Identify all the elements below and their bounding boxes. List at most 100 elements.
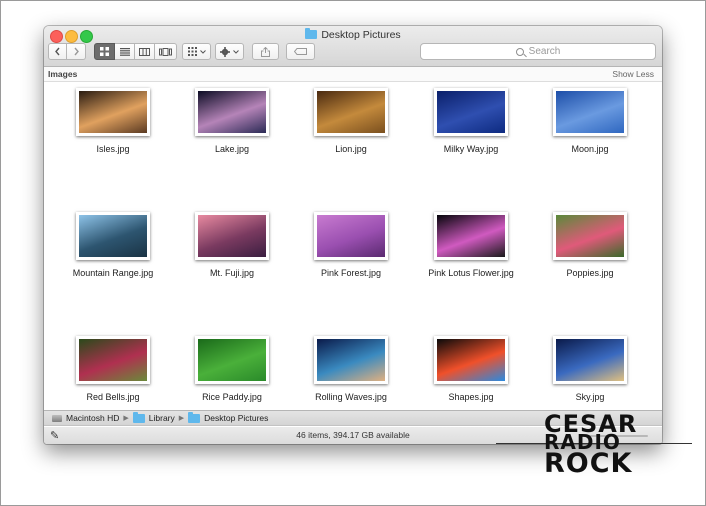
icon-view-button[interactable] <box>94 43 115 60</box>
file-name-label: Isles.jpg <box>96 144 130 154</box>
section-header: Images Show Less <box>44 67 662 82</box>
chevron-down-icon <box>199 49 206 54</box>
file-item[interactable]: Lake.jpg <box>177 88 287 154</box>
tags-button[interactable] <box>286 43 315 60</box>
chevron-right-icon <box>73 47 79 56</box>
search-placeholder: Search <box>528 46 561 57</box>
image-thumbnail <box>556 91 624 133</box>
window-title: Desktop Pictures <box>44 28 662 41</box>
thumbnail-frame <box>434 88 508 136</box>
image-thumbnail <box>198 215 266 257</box>
image-thumbnail <box>556 215 624 257</box>
file-name-label: Sky.jpg <box>575 392 605 402</box>
file-item[interactable]: Moon.jpg <box>535 88 645 154</box>
file-name-label: Milky Way.jpg <box>443 144 499 154</box>
file-name-label: Lake.jpg <box>214 144 250 154</box>
file-name-label: Mountain Range.jpg <box>72 268 154 278</box>
thumbnail-frame <box>434 336 508 384</box>
image-thumbnail <box>79 339 147 381</box>
list-icon <box>119 47 130 56</box>
cover-flow-icon <box>159 47 172 56</box>
grid-icon <box>100 47 109 56</box>
folder-icon <box>305 28 318 39</box>
image-thumbnail <box>437 339 505 381</box>
file-item[interactable]: Pink Lotus Flower.jpg <box>416 212 526 278</box>
view-mode-control <box>94 43 177 60</box>
file-item[interactable]: Mt. Fuji.jpg <box>177 212 287 278</box>
share-button[interactable] <box>252 43 279 60</box>
file-item[interactable]: Rice Paddy.jpg <box>177 336 287 402</box>
file-item[interactable]: Shapes.jpg <box>416 336 526 402</box>
thumbnail-frame <box>314 212 388 260</box>
action-button[interactable] <box>215 43 244 60</box>
file-item[interactable]: Milky Way.jpg <box>416 88 526 154</box>
thumbnail-frame <box>314 336 388 384</box>
file-name-label: Rice Paddy.jpg <box>202 392 262 402</box>
image-thumbnail <box>317 215 385 257</box>
thumbnail-frame <box>195 336 269 384</box>
path-segment-library[interactable]: Library <box>149 413 175 423</box>
search-field[interactable]: Search <box>420 43 656 60</box>
image-thumbnail <box>437 215 505 257</box>
arrange-grid-icon <box>187 47 197 56</box>
file-name-label: Pink Lotus Flower.jpg <box>428 268 514 278</box>
file-name-label: Moon.jpg <box>571 144 609 154</box>
thumbnail-frame <box>76 212 150 260</box>
file-item[interactable]: Rolling Waves.jpg <box>296 336 406 402</box>
window-title-text: Desktop Pictures <box>321 29 401 41</box>
section-title: Images <box>48 69 78 79</box>
image-thumbnail <box>79 91 147 133</box>
image-thumbnail <box>437 91 505 133</box>
watermark-line-3: ROCK <box>544 448 633 479</box>
file-name-label: Rolling Waves.jpg <box>315 392 387 402</box>
cover-flow-button[interactable] <box>155 43 177 60</box>
file-item[interactable]: Mountain Range.jpg <box>58 212 168 278</box>
forward-button[interactable] <box>67 43 86 60</box>
file-item[interactable]: Pink Forest.jpg <box>296 212 406 278</box>
thumbnail-frame <box>195 212 269 260</box>
hard-drive-icon <box>52 414 62 422</box>
image-thumbnail <box>317 339 385 381</box>
file-item[interactable]: Poppies.jpg <box>535 212 645 278</box>
thumbnail-frame <box>195 88 269 136</box>
column-view-button[interactable] <box>135 43 155 60</box>
file-name-label: Pink Forest.jpg <box>320 268 382 278</box>
file-item[interactable]: Red Bells.jpg <box>58 336 168 402</box>
file-name-label: Red Bells.jpg <box>86 392 140 402</box>
search-icon <box>515 47 524 56</box>
arrange-button[interactable] <box>182 43 211 60</box>
finder-window: Desktop Pictures Search Images Show Less… <box>44 26 662 444</box>
file-item[interactable]: Sky.jpg <box>535 336 645 402</box>
columns-icon <box>139 47 150 56</box>
folder-icon <box>132 411 145 423</box>
path-segment-macintosh-hd[interactable]: Macintosh HD <box>66 413 119 423</box>
path-arrow-icon: ▶ <box>178 415 185 422</box>
image-thumbnail <box>198 91 266 133</box>
file-name-label: Poppies.jpg <box>566 268 614 278</box>
thumbnail-frame <box>76 88 150 136</box>
icon-grid: Isles.jpg Lake.jpg Lion.jpg Milky Way.jpg Mo… <box>44 82 662 409</box>
path-arrow-icon: ▶ <box>123 415 129 422</box>
image-thumbnail <box>79 215 147 257</box>
thumbnail-frame <box>76 336 150 384</box>
tag-icon <box>294 48 307 55</box>
thumbnail-frame <box>553 88 627 136</box>
title-bar: Desktop Pictures Search <box>44 26 662 67</box>
chevron-left-icon <box>55 47 60 56</box>
file-item[interactable]: Isles.jpg <box>58 88 168 154</box>
show-less-link[interactable]: Show Less <box>612 69 654 79</box>
thumbnail-frame <box>314 88 388 136</box>
folder-icon <box>188 411 201 423</box>
file-item[interactable]: Lion.jpg <box>296 88 406 154</box>
image-thumbnail <box>556 339 624 381</box>
image-thumbnail <box>198 339 266 381</box>
share-icon <box>261 46 270 57</box>
chevron-down-icon <box>233 49 239 54</box>
back-button[interactable] <box>48 43 67 60</box>
path-segment-desktop-pictures[interactable]: Desktop Pictures <box>204 413 268 423</box>
image-thumbnail <box>317 91 385 133</box>
thumbnail-frame <box>553 336 627 384</box>
gear-icon <box>220 46 230 57</box>
list-view-button[interactable] <box>115 43 135 60</box>
file-name-label: Shapes.jpg <box>448 392 494 402</box>
